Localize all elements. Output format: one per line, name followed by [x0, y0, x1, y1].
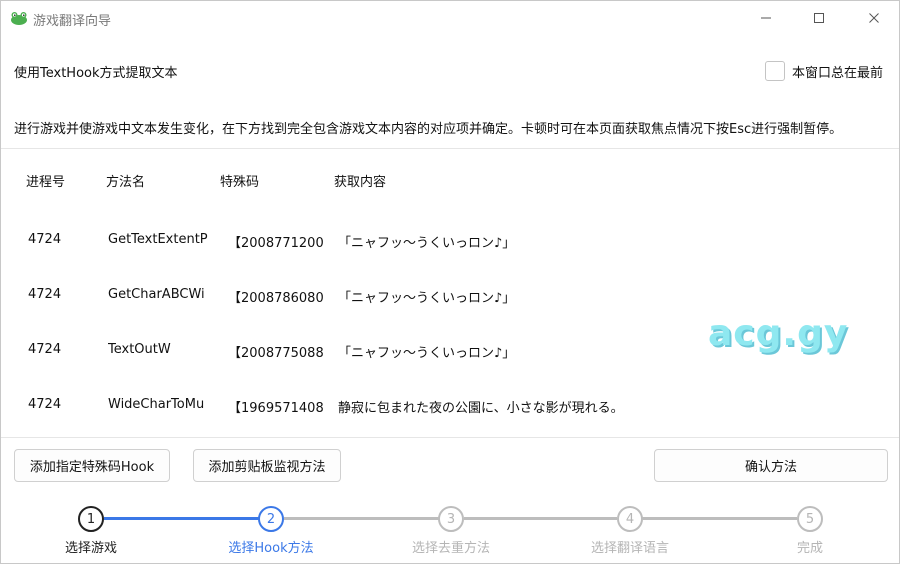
- add-clipboard-monitor-button[interactable]: 添加剪贴板监视方法: [193, 449, 341, 482]
- cell-pid: 4724: [28, 342, 62, 357]
- cell-method: GetCharABCWi: [108, 287, 205, 302]
- mode-label: 使用TextHook方式提取文本: [14, 66, 178, 81]
- step-2-circle: 2: [258, 506, 284, 532]
- close-button[interactable]: [851, 1, 897, 35]
- hook-method-table: 进程号 方法名 特殊码 获取内容 4724 GetTextExtentP 【20…: [1, 148, 899, 438]
- cell-method: TextOutW: [108, 342, 171, 357]
- cell-pid: 4724: [28, 287, 62, 302]
- table-row[interactable]: 4724 WideCharToMu 【1969571408: 静寂に包まれた夜の…: [1, 387, 899, 427]
- table-row[interactable]: 4724 GetCharABCWi 【2008786080: 「ニャフッ～うくい…: [1, 277, 899, 317]
- title-bar[interactable]: 游戏翻译向导: [1, 1, 899, 35]
- cell-content: 「ニャフッ～うくいっロン♪」: [338, 291, 516, 306]
- frog-app-icon: [11, 12, 27, 25]
- step-connector: [284, 517, 439, 520]
- maximize-icon: [814, 13, 824, 23]
- cell-pid: 4724: [28, 397, 62, 412]
- always-on-top-checkbox[interactable]: [765, 61, 785, 81]
- step-4-circle: 4: [617, 506, 643, 532]
- window-title: 游戏翻译向导: [33, 14, 112, 29]
- cell-pid: 4724: [28, 232, 62, 247]
- step-connector: [642, 517, 797, 520]
- cell-content: 「ニャフッ～うくいっロン♪」: [338, 236, 516, 251]
- cell-method: WideCharToMu: [108, 397, 205, 412]
- step-3-label: 选择去重方法: [411, 541, 491, 556]
- step-1-circle: 1: [78, 506, 104, 532]
- step-2-label: 选择Hook方法: [228, 541, 314, 556]
- close-icon: [869, 13, 879, 23]
- maximize-button[interactable]: [796, 1, 842, 35]
- watermark: acg.gy: [708, 313, 849, 354]
- cell-code: 【2008771200:: [228, 236, 324, 251]
- step-3-circle: 3: [438, 506, 464, 532]
- step-5-circle: 5: [797, 506, 823, 532]
- step-connector: [464, 517, 617, 520]
- step-5-label: 完成: [796, 541, 824, 556]
- step-1-label: 选择游戏: [64, 541, 118, 556]
- always-on-top-label[interactable]: 本窗口总在最前: [792, 62, 883, 81]
- step-connector-done: [104, 517, 259, 520]
- minimize-button[interactable]: [743, 1, 789, 35]
- column-header-method: 方法名: [106, 175, 146, 190]
- step-4-label: 选择翻译语言: [590, 541, 670, 556]
- confirm-method-button[interactable]: 确认方法: [654, 449, 888, 482]
- cell-code: 【2008786080:: [228, 291, 324, 306]
- wizard-window: 游戏翻译向导 使用TextHook方式提取文本 本窗口总在最前 进行游戏并使游戏…: [0, 0, 900, 564]
- column-header-content: 获取内容: [334, 175, 387, 190]
- cell-code: 【2008775088:: [228, 346, 324, 361]
- cell-content: 静寂に包まれた夜の公園に、小さな影が現れる。: [338, 401, 624, 416]
- cell-code: 【1969571408:: [228, 401, 324, 416]
- table-row[interactable]: 4724 GetTextExtentP 【2008771200: 「ニャフッ～う…: [1, 222, 899, 262]
- instruction-text: 进行游戏并使游戏中文本发生变化，在下方找到完全包含游戏文本内容的对应项并确定。卡…: [14, 122, 843, 137]
- cell-method: GetTextExtentP: [108, 232, 208, 247]
- minimize-icon: [761, 17, 771, 19]
- column-header-code: 特殊码: [220, 175, 260, 190]
- add-hook-code-button[interactable]: 添加指定特殊码Hook: [14, 449, 170, 482]
- column-header-pid: 进程号: [26, 175, 66, 190]
